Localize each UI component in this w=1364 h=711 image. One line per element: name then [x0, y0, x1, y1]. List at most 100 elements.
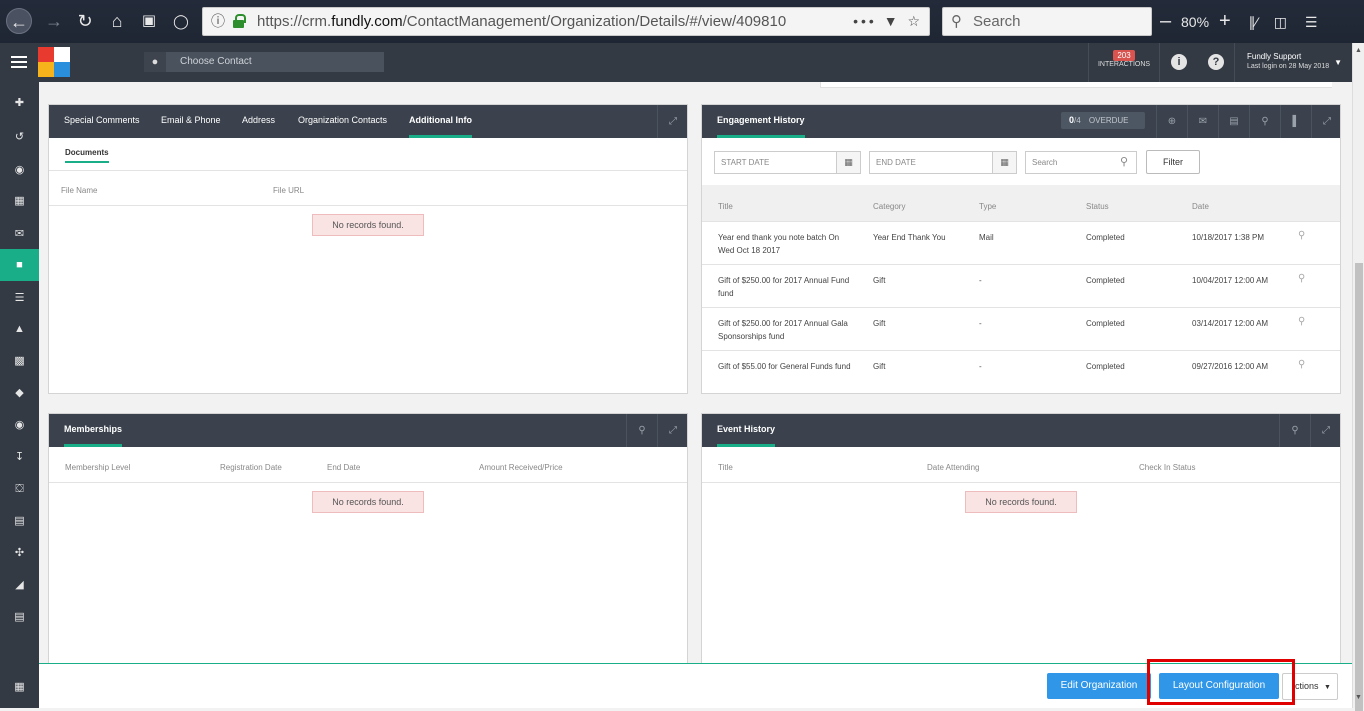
- table-row[interactable]: Gift of $55.00 for General Funds fund Gi…: [702, 350, 1340, 393]
- library-icon[interactable]: ∥⁄: [1249, 14, 1258, 30]
- scroll-up-arrow-icon[interactable]: ▲: [1355, 47, 1362, 54]
- view-detail-icon[interactable]: ⚲: [1298, 359, 1305, 370]
- envelope-icon[interactable]: ✉: [0, 218, 39, 250]
- tab-organization-contacts[interactable]: Organization Contacts: [298, 105, 387, 138]
- column-registration-date[interactable]: Registration Date: [220, 463, 282, 472]
- row-title: Gift of $55.00 for General Funds fund: [718, 362, 851, 371]
- column-type[interactable]: Type: [979, 202, 996, 211]
- table-row[interactable]: Gift of $250.00 for 2017 Annual Fund fun…: [702, 264, 1340, 307]
- contacts-icon[interactable]: ■: [0, 249, 39, 281]
- expand-icon[interactable]: ⤢: [657, 105, 688, 138]
- tab-special-comments[interactable]: Special Comments: [64, 105, 140, 138]
- search-icon[interactable]: ⚲: [626, 414, 657, 447]
- scrollbar-thumb[interactable]: [1355, 263, 1363, 711]
- zoom-level[interactable]: 80%: [1181, 14, 1209, 30]
- page-actions-icon[interactable]: ••• ▼ ☆: [853, 8, 923, 35]
- ticket-icon[interactable]: ◆: [0, 377, 39, 409]
- column-amount-received[interactable]: Amount Received/Price: [479, 463, 563, 472]
- column-title[interactable]: Title: [718, 202, 733, 211]
- calendar-icon[interactable]: ▦: [992, 152, 1016, 173]
- bar-chart-icon[interactable]: ▌: [1280, 105, 1311, 138]
- row-status: Completed: [1086, 276, 1125, 285]
- edit-organization-button[interactable]: Edit Organization: [1047, 673, 1151, 699]
- hamburger-menu-icon[interactable]: [11, 56, 27, 68]
- choose-contact-input[interactable]: ● Choose Contact: [144, 52, 384, 72]
- list-icon[interactable]: ▤: [0, 601, 39, 633]
- dashboard-icon[interactable]: ◉: [0, 154, 39, 186]
- apps-grid-icon[interactable]: ▦: [0, 671, 39, 703]
- subtab-documents[interactable]: Documents: [65, 148, 109, 163]
- help-circle-icon[interactable]: ?: [1208, 54, 1224, 70]
- money-bag-icon[interactable]: ◉: [0, 409, 39, 441]
- back-arrow-icon[interactable]: ←: [6, 8, 32, 34]
- table-row[interactable]: Gift of $250.00 for 2017 Annual Gala Spo…: [702, 307, 1340, 350]
- bank-icon[interactable]: ▲: [0, 313, 39, 345]
- table-row[interactable]: Year end thank you note batch On Wed Oct…: [702, 221, 1340, 264]
- caret-down-icon: ▼: [1324, 684, 1331, 691]
- row-date: 10/04/2017 12:00 AM: [1192, 276, 1269, 285]
- filter-button[interactable]: Filter: [1146, 150, 1200, 174]
- home-icon[interactable]: ⌂: [104, 8, 130, 34]
- memberships-header: Memberships ⚲ ⤢: [49, 414, 687, 447]
- column-date-attending[interactable]: Date Attending: [927, 463, 979, 472]
- scroll-down-arrow-icon[interactable]: ▼: [1355, 694, 1362, 701]
- expand-icon[interactable]: ⤢: [657, 414, 688, 447]
- expand-icon[interactable]: ⤢: [1310, 414, 1341, 447]
- running-icon[interactable]: ✣: [0, 537, 39, 569]
- history-icon[interactable]: ↺: [0, 121, 39, 153]
- dining-icon[interactable]: ⛋: [0, 473, 39, 505]
- info-icon[interactable]: ⓘ: [211, 8, 225, 35]
- search-icon[interactable]: ⚲: [1249, 105, 1280, 138]
- view-detail-icon[interactable]: ⚲: [1298, 316, 1305, 327]
- sidebar-toggle-icon[interactable]: ◫: [1274, 14, 1287, 30]
- column-file-name[interactable]: File Name: [61, 186, 97, 195]
- interactions-button[interactable]: 203 INTERACTIONS: [1088, 43, 1160, 82]
- search-icon: ⚲: [951, 13, 962, 30]
- view-detail-icon[interactable]: ⚲: [1298, 230, 1305, 241]
- calendar-icon[interactable]: ▦: [836, 152, 860, 173]
- search-icon[interactable]: ⚲: [1279, 414, 1310, 447]
- chart-icon[interactable]: ◢: [0, 569, 39, 601]
- reload-icon[interactable]: ↻: [72, 8, 98, 34]
- zoom-in-icon[interactable]: +: [1219, 10, 1231, 32]
- private-mask-icon[interactable]: ◯: [168, 8, 194, 34]
- column-membership-level[interactable]: Membership Level: [65, 463, 130, 472]
- view-detail-icon[interactable]: ⚲: [1298, 273, 1305, 284]
- page-scrollbar[interactable]: ▲ ▼: [1352, 43, 1364, 711]
- info-circle-icon[interactable]: i: [1171, 54, 1187, 70]
- user-menu[interactable]: Fundly Support Last login on 28 May 2018…: [1234, 43, 1352, 82]
- fundly-logo[interactable]: [38, 47, 70, 78]
- address-bar[interactable]: ⓘ https://crm.fundly.com/ContactManageme…: [202, 7, 930, 36]
- column-title[interactable]: Title: [718, 463, 733, 472]
- column-category[interactable]: Category: [873, 202, 905, 211]
- column-check-in-status[interactable]: Check In Status: [1139, 463, 1195, 472]
- left-sidebar: ✚ ↺ ◉ ▦ ✉ ■ ☰ ▲ ▩ ◆ ◉ ↧ ⛋ ▤ ✣ ◢ ▤ ▦: [0, 82, 39, 708]
- tab-additional-info[interactable]: Additional Info: [409, 105, 472, 138]
- tab-address[interactable]: Address: [242, 105, 275, 138]
- menu-icon[interactable]: ☰: [1305, 14, 1318, 30]
- envelope-icon[interactable]: ✉: [1187, 105, 1218, 138]
- expand-icon[interactable]: ⤢: [1311, 105, 1342, 138]
- id-card-icon[interactable]: ▤: [0, 505, 39, 537]
- add-circle-icon[interactable]: ⊕: [1156, 105, 1187, 138]
- grid-icon[interactable]: ▦: [0, 185, 39, 217]
- info-panel-header: Special Comments Email & Phone Address O…: [49, 105, 687, 138]
- add-icon[interactable]: ✚: [0, 87, 39, 119]
- column-date[interactable]: Date: [1192, 202, 1209, 211]
- start-date-input[interactable]: START DATE ▦: [714, 151, 861, 174]
- browser-search-input[interactable]: ⚲ Search: [942, 7, 1152, 36]
- tab-email-phone[interactable]: Email & Phone: [161, 105, 221, 138]
- calendar-icon[interactable]: ▩: [0, 345, 39, 377]
- download-icon[interactable]: ↧: [0, 441, 39, 473]
- column-status[interactable]: Status: [1086, 202, 1109, 211]
- layers-icon[interactable]: ☰: [0, 282, 39, 314]
- document-icon[interactable]: ▤: [1218, 105, 1249, 138]
- forward-arrow-icon[interactable]: →: [41, 8, 67, 34]
- end-date-input[interactable]: END DATE ▦: [869, 151, 1017, 174]
- zoom-out-icon[interactable]: –: [1160, 10, 1171, 32]
- overdue-badge[interactable]: 0/4 OVERDUE: [1061, 112, 1145, 129]
- column-end-date[interactable]: End Date: [327, 463, 360, 472]
- new-tab-icon[interactable]: ▣: [136, 8, 162, 34]
- engagement-search-input[interactable]: Search ⚲: [1025, 151, 1137, 174]
- column-file-url[interactable]: File URL: [273, 186, 304, 195]
